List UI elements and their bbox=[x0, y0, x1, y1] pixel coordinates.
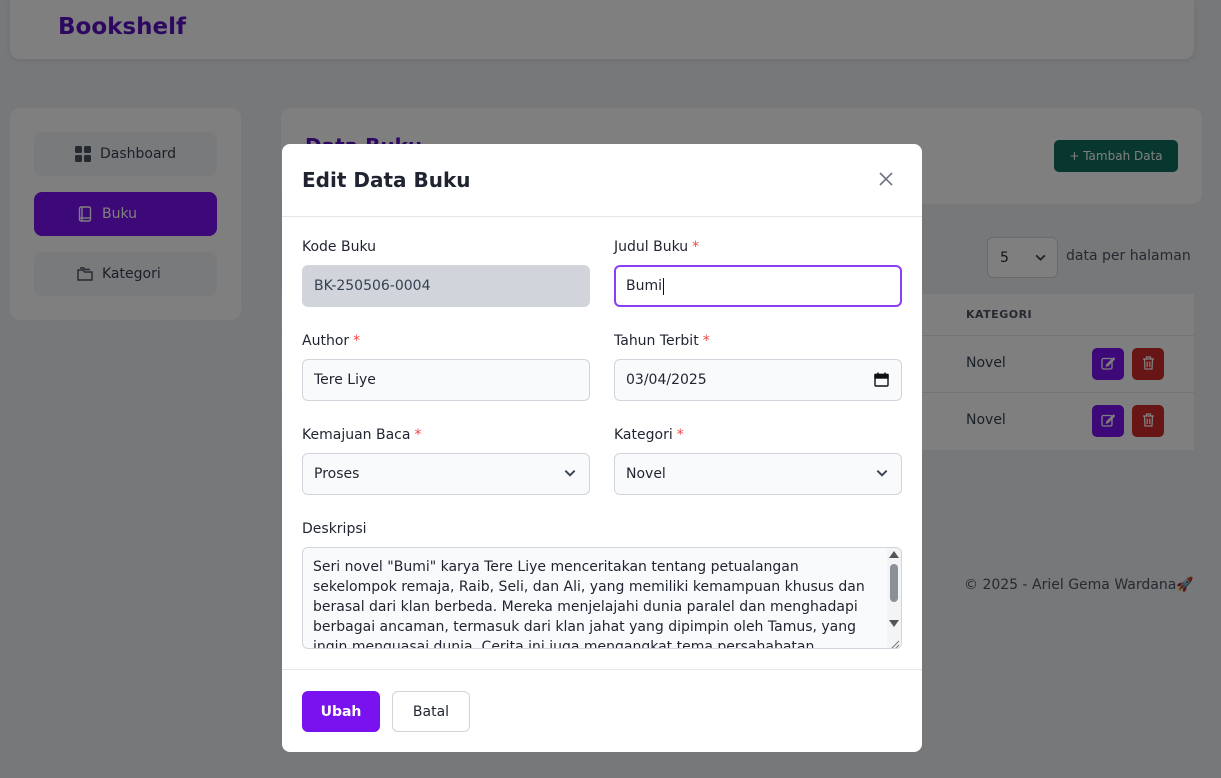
judul-buku-value: Bumi bbox=[626, 278, 663, 294]
modal-title: Edit Data Buku bbox=[302, 168, 471, 192]
judul-buku-input[interactable]: Bumi bbox=[614, 265, 902, 307]
edit-book-modal: Edit Data Buku Kode Buku BK-250506-0004 … bbox=[282, 144, 922, 752]
kode-buku-field: BK-250506-0004 bbox=[302, 265, 590, 307]
tahun-terbit-value: 03/04/2025 bbox=[626, 372, 707, 388]
kemajuan-baca-select[interactable]: Proses bbox=[302, 453, 590, 495]
required-mark: * bbox=[702, 333, 710, 349]
scrollbar-thumb[interactable] bbox=[890, 564, 898, 602]
scroll-down-arrow-icon[interactable] bbox=[889, 620, 899, 627]
scroll-up-arrow-icon[interactable] bbox=[889, 551, 899, 558]
kategori-select[interactable]: Novel bbox=[614, 453, 902, 495]
chevron-down-icon bbox=[875, 466, 889, 484]
kode-buku-value: BK-250506-0004 bbox=[314, 278, 431, 294]
required-mark: * bbox=[414, 427, 422, 443]
resize-handle-icon[interactable] bbox=[888, 635, 900, 648]
close-icon bbox=[879, 171, 893, 190]
kategori-label: Kategori * bbox=[614, 427, 684, 443]
modal-footer: Ubah Batal bbox=[282, 669, 922, 752]
tahun-terbit-label: Tahun Terbit * bbox=[614, 333, 710, 349]
deskripsi-textarea[interactable]: Seri novel "Bumi" karya Tere Liye mencer… bbox=[302, 547, 902, 649]
chevron-down-icon bbox=[563, 466, 577, 484]
required-mark: * bbox=[692, 239, 700, 255]
deskripsi-value: Seri novel "Bumi" karya Tere Liye mencer… bbox=[313, 559, 865, 649]
calendar-icon[interactable] bbox=[874, 372, 889, 391]
kemajuan-baca-label: Kemajuan Baca * bbox=[302, 427, 422, 443]
required-mark: * bbox=[353, 333, 361, 349]
modal-header: Edit Data Buku bbox=[282, 144, 922, 217]
kategori-value: Novel bbox=[626, 466, 666, 482]
author-input[interactable]: Tere Liye bbox=[302, 359, 590, 401]
required-mark: * bbox=[676, 427, 684, 443]
judul-buku-label: Judul Buku * bbox=[614, 239, 700, 255]
textarea-scrollbar[interactable] bbox=[887, 548, 901, 648]
author-value: Tere Liye bbox=[314, 372, 376, 388]
deskripsi-label: Deskripsi bbox=[302, 521, 367, 537]
batal-button[interactable]: Batal bbox=[392, 691, 470, 732]
text-caret bbox=[663, 277, 665, 295]
kode-buku-label: Kode Buku bbox=[302, 239, 377, 255]
close-button[interactable] bbox=[876, 170, 896, 190]
ubah-button[interactable]: Ubah bbox=[302, 691, 380, 732]
kemajuan-baca-value: Proses bbox=[314, 466, 360, 482]
tahun-terbit-date-input[interactable]: 03/04/2025 bbox=[614, 359, 902, 401]
author-label: Author * bbox=[302, 333, 361, 349]
